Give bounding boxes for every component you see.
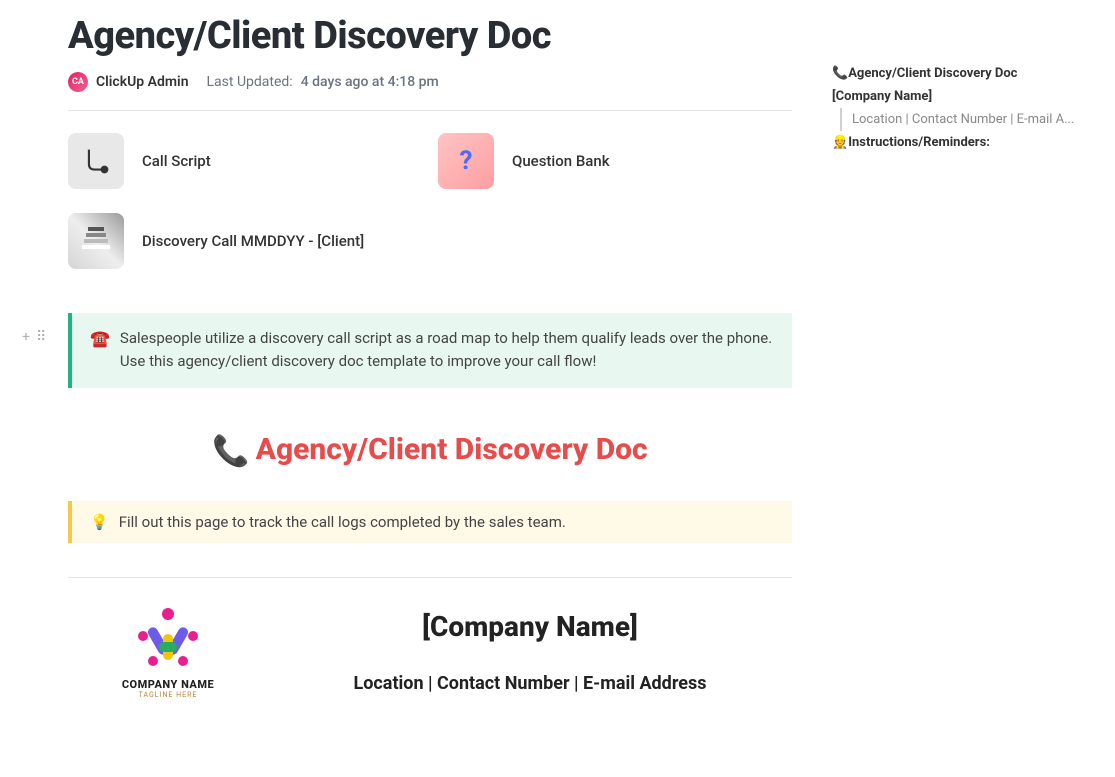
callout-text: Salespeople utilize a discovery call scr… [120,327,774,374]
outline-panel: 📞Agency/Client Discovery Doc [Company Na… [832,62,1102,154]
meta-row: CA ClickUp Admin Last Updated: 4 days ag… [68,72,792,92]
avatar[interactable]: CA [68,72,88,92]
company-logo: COMPANY NAME TAGLINE HERE [98,606,238,699]
telephone-icon: ☎️ [90,327,110,374]
card-discovery-call[interactable]: Discovery Call MMDDYY - [Client] [68,213,378,269]
card-label: Discovery Call MMDDYY - [Client] [142,232,364,250]
document-main: Agency/Client Discovery Doc CA ClickUp A… [68,14,792,699]
card-call-script[interactable]: Call Script [68,133,378,189]
outline-item[interactable]: 📞Agency/Client Discovery Doc [832,62,1102,85]
outline-label: [Company Name] [832,89,932,104]
outline-item[interactable]: 👷Instructions/Reminders: [832,131,1102,154]
updated-label: Last Updated: [207,74,293,90]
callout-text: Fill out this page to track the call log… [119,513,566,531]
card-question-bank[interactable]: ? Question Bank [438,133,748,189]
stack-icon [68,213,124,269]
outline-label: Location | Contact Number | E-mail A... [852,112,1074,127]
callout-green[interactable]: + ⠿ ☎️ Salespeople utilize a discovery c… [68,313,792,388]
section-heading: 📞Agency/Client Discovery Doc [68,432,792,467]
block-gutter: + ⠿ [22,327,46,349]
card-label: Question Bank [512,152,610,170]
phone-icon [68,133,124,189]
outline-label: Agency/Client Discovery Doc [848,66,1017,81]
logo-name: COMPANY NAME [122,678,214,691]
add-block-icon[interactable]: + [22,327,30,349]
card-label: Call Script [142,152,211,170]
phone-icon: 📞 [212,434,249,469]
author-name[interactable]: ClickUp Admin [96,74,189,90]
outline-label: Instructions/Reminders: [848,135,990,150]
outline-item[interactable]: Location | Contact Number | E-mail A... [840,108,1102,131]
page-title: Agency/Client Discovery Doc [68,14,792,58]
drag-handle-icon[interactable]: ⠿ [36,327,46,349]
lightbulb-icon: 💡 [90,513,109,531]
question-icon: ? [438,133,494,189]
heading-text: Agency/Client Discovery Doc [256,432,648,467]
company-text: [Company Name] Location | Contact Number… [268,610,792,694]
company-contact-line[interactable]: Location | Contact Number | E-mail Addre… [268,673,792,694]
company-section: COMPANY NAME TAGLINE HERE [Company Name]… [68,606,792,699]
construction-icon: 👷 [832,135,848,150]
divider [68,577,792,578]
updated-time: 4 days ago at 4:18 pm [301,74,439,90]
outline-item[interactable]: [Company Name] [832,85,1102,108]
company-name[interactable]: [Company Name] [268,610,792,643]
callout-yellow[interactable]: 💡 Fill out this page to track the call l… [68,501,792,543]
logo-tagline: TAGLINE HERE [139,691,198,699]
page-cards: Call Script ? Question Bank Discovery Ca… [68,133,792,269]
divider [68,110,792,111]
phone-icon: 📞 [832,66,848,81]
